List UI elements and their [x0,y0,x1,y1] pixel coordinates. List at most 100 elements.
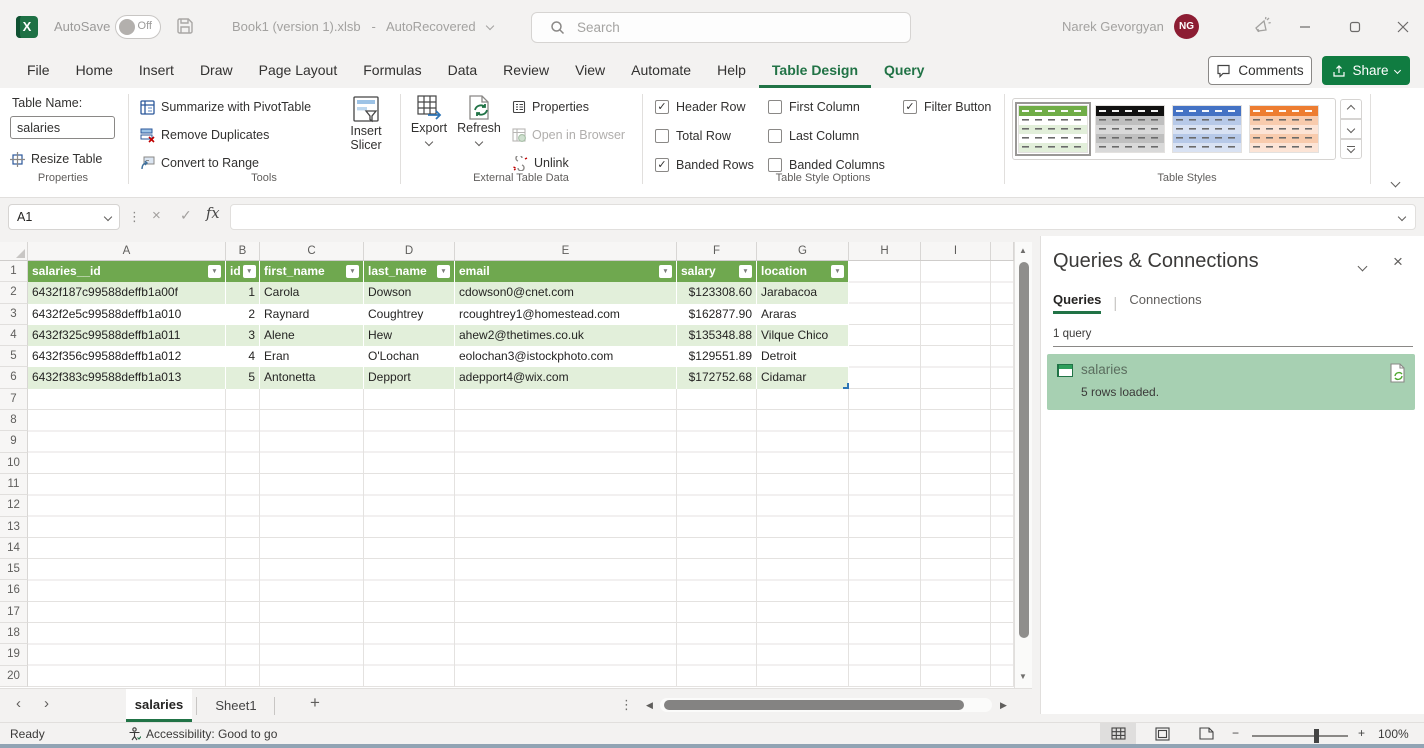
cell[interactable]: Coughtrey [364,304,455,325]
row-header[interactable]: 11 [0,474,28,495]
ribbon-tab-table-design[interactable]: Table Design [759,54,871,88]
cell[interactable]: $172752.68 [677,367,757,388]
ribbon-tab-review[interactable]: Review [490,54,562,88]
column-header-partial[interactable] [991,242,1014,260]
header-cell[interactable]: location▼ [757,261,849,282]
column-header-e[interactable]: E [455,242,677,260]
name-box[interactable]: A1 [8,204,120,230]
cell[interactable]: Carola [260,282,364,303]
row-header[interactable]: 5 [0,346,28,367]
ribbon-tab-query[interactable]: Query [871,54,937,88]
horizontal-scrollbar[interactable] [660,698,992,712]
row-header[interactable]: 12 [0,495,28,516]
cancel-button[interactable]: × [152,207,161,224]
row-header[interactable]: 20 [0,666,28,687]
collapse-ribbon-chevron-icon[interactable] [1392,174,1399,189]
unlink-button[interactable]: Unlink [512,152,569,174]
scroll-up-arrow-icon[interactable]: ▲ [1019,246,1027,255]
zoom-in-button[interactable]: + [1358,726,1365,740]
row-header[interactable]: 15 [0,559,28,580]
filter-dropdown-icon[interactable]: ▼ [659,265,672,278]
table-style-swatch-dark[interactable] [1095,105,1165,153]
cell[interactable]: $162877.90 [677,304,757,325]
save-icon[interactable] [176,17,194,35]
ribbon-tab-home[interactable]: Home [63,54,126,88]
cell[interactable]: Cidamar [757,367,849,388]
gallery-scroll-up-button[interactable] [1340,99,1362,119]
vertical-scroll-thumb[interactable] [1019,262,1029,638]
row-header[interactable]: 6 [0,367,28,388]
ribbon-tab-file[interactable]: File [14,54,63,88]
worksheet-grid[interactable]: A B C D E F G H I 1 2 3 4 5 6 7 8 9 10 1… [0,242,1032,688]
cell[interactable]: 6432f325c99588deffb1a011 [28,325,226,346]
close-button[interactable] [1386,12,1420,42]
header-cell[interactable]: id▼ [226,261,260,282]
scroll-left-arrow-icon[interactable]: ◀ [646,700,653,711]
cell[interactable]: Dowson [364,282,455,303]
remove-duplicates-button[interactable]: Remove Duplicates [140,124,269,146]
vertical-scrollbar[interactable]: ▲ ▼ [1014,242,1032,688]
filter-button-checkbox[interactable]: ✓ Filter Button [903,100,991,114]
query-item-salaries[interactable]: salaries 5 rows loaded. [1047,354,1415,410]
row-header[interactable]: 7 [0,389,28,410]
export-button[interactable]: Export [406,94,452,145]
page-layout-view-button[interactable] [1144,723,1180,744]
table-style-swatch-orange[interactable] [1249,105,1319,153]
ribbon-tab-formulas[interactable]: Formulas [350,54,434,88]
filter-dropdown-icon[interactable]: ▼ [208,265,221,278]
cell[interactable]: rcoughtrey1@homestead.com [455,304,677,325]
banded-columns-checkbox[interactable]: Banded Columns [768,158,885,172]
search-input[interactable] [577,20,877,35]
ribbon-tab-draw[interactable]: Draw [187,54,246,88]
previous-sheet-arrow-icon[interactable]: ‹ [16,695,21,712]
filter-dropdown-icon[interactable]: ▼ [437,265,450,278]
summarize-pivottable-button[interactable]: Summarize with PivotTable [140,96,311,118]
row-header[interactable]: 14 [0,538,28,559]
header-cell[interactable]: email▼ [455,261,677,282]
ribbon-tab-help[interactable]: Help [704,54,759,88]
cell[interactable]: 6432f2e5c99588deffb1a010 [28,304,226,325]
row-header[interactable]: 18 [0,623,28,644]
pane-collapse-chevron-icon[interactable] [1359,258,1366,273]
row-header[interactable]: 17 [0,602,28,623]
avatar[interactable]: NG [1174,14,1199,39]
column-header-c[interactable]: C [260,242,364,260]
table-style-swatch-blue[interactable] [1172,105,1242,153]
restore-button[interactable] [1338,12,1372,42]
filter-dropdown-icon[interactable]: ▼ [346,265,359,278]
formula-input[interactable] [230,204,1416,230]
formula-bar-dots-icon[interactable]: ⋮ [128,209,141,225]
row-header[interactable]: 16 [0,580,28,601]
table-properties-button[interactable]: Properties [512,96,589,118]
cell[interactable]: $123308.60 [677,282,757,303]
cell[interactable]: Jarabacoa [757,282,849,303]
share-chevron-down-icon[interactable] [1393,67,1400,74]
row-header[interactable]: 2 [0,282,28,303]
cell[interactable]: $129551.89 [677,346,757,367]
search-box[interactable] [531,12,911,43]
share-button[interactable]: Share [1322,56,1410,85]
ribbon-tab-page-layout[interactable]: Page Layout [246,54,351,88]
new-sheet-button[interactable]: + [310,693,320,713]
next-sheet-arrow-icon[interactable]: › [44,695,49,712]
query-refresh-doc-icon[interactable] [1389,363,1406,383]
column-header-d[interactable]: D [364,242,455,260]
header-cell[interactable]: salaries__id▼ [28,261,226,282]
cell[interactable]: 2 [226,304,260,325]
row-header[interactable]: 9 [0,431,28,452]
cell[interactable]: O'Lochan [364,346,455,367]
cell[interactable]: eolochan3@istockphoto.com [455,346,677,367]
row-header[interactable]: 8 [0,410,28,431]
header-cell[interactable]: first_name▼ [260,261,364,282]
normal-view-button[interactable] [1100,723,1136,744]
autosave-toggle[interactable]: Off [115,15,161,39]
cell[interactable]: 6432f356c99588deffb1a012 [28,346,226,367]
cell[interactable]: Araras [757,304,849,325]
tab-queries[interactable]: Queries [1053,292,1101,314]
accessibility-status[interactable]: Accessibility: Good to go [128,727,277,741]
column-header-a[interactable]: A [28,242,226,260]
row-header[interactable]: 10 [0,453,28,474]
ribbon-tab-insert[interactable]: Insert [126,54,187,88]
cell[interactable]: 4 [226,346,260,367]
cell[interactable]: Raynard [260,304,364,325]
